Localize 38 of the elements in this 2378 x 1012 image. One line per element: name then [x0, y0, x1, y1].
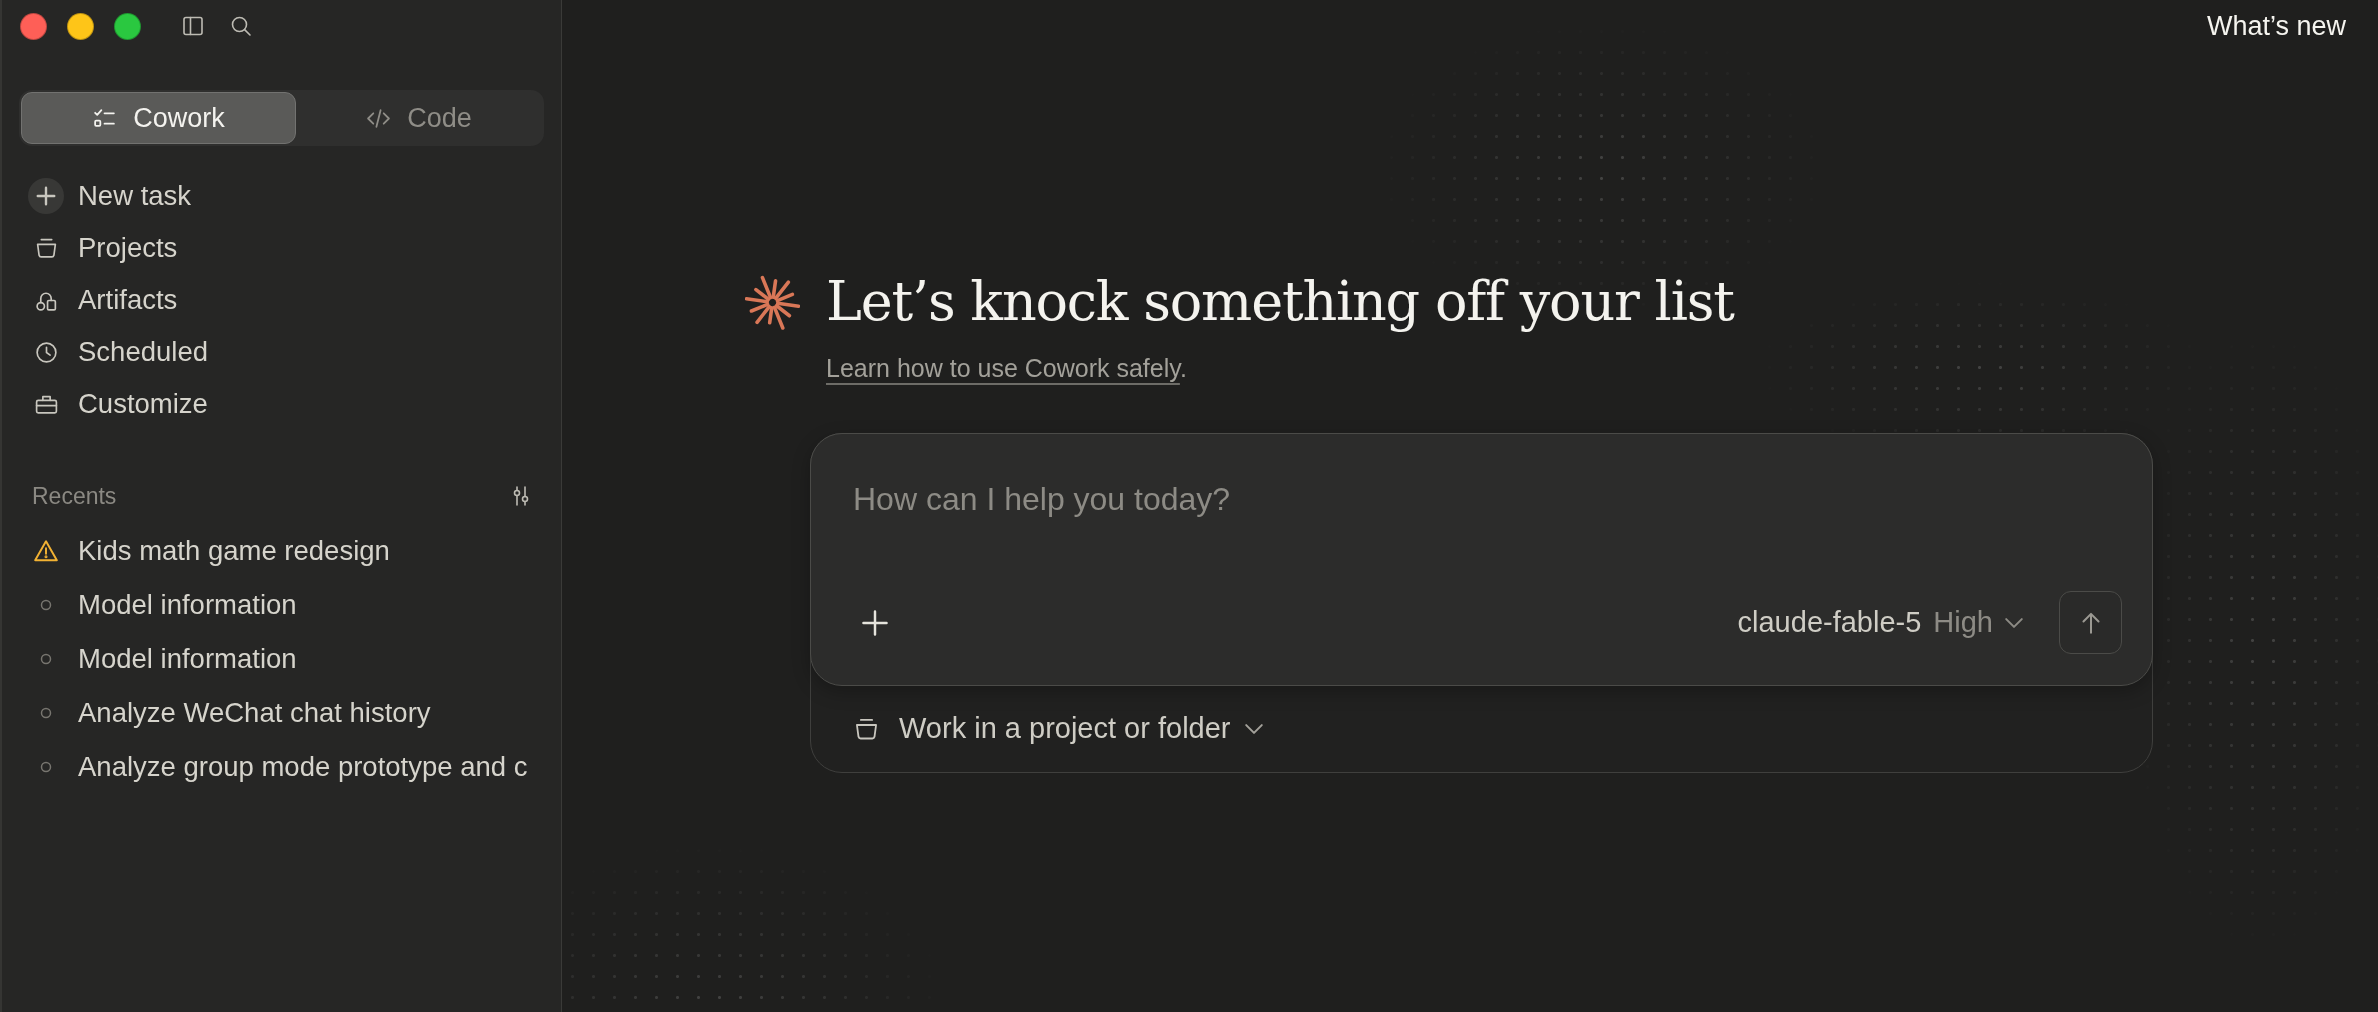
plus-icon — [862, 609, 888, 636]
safety-note: Learn how to use Cowork safely. — [826, 353, 1188, 384]
clock-icon — [33, 339, 59, 365]
mode-tab[interactable]: Code — [296, 92, 542, 144]
prompt-input[interactable]: How can I help you today? — [853, 469, 2073, 529]
mode-tab[interactable]: Cowork — [21, 92, 297, 144]
sidebar-item[interactable]: Scheduled — [2, 326, 561, 378]
minimize-window-button[interactable] — [67, 12, 94, 40]
chevron-down-icon — [2005, 617, 2023, 628]
sidebar-item[interactable]: Projects — [2, 222, 561, 274]
sidebar-item[interactable]: Customize — [2, 378, 561, 430]
sidebar-item[interactable]: Artifacts — [2, 274, 561, 326]
starburst-icon — [745, 274, 800, 330]
ring-icon — [40, 707, 52, 719]
fullscreen-window-button[interactable] — [114, 12, 141, 40]
safety-guide-link[interactable]: Learn how to use Cowork safely — [826, 354, 1180, 382]
plus-icon — [28, 178, 64, 214]
recents-heading: Recents — [32, 481, 117, 511]
warning-icon — [33, 538, 59, 564]
search-icon[interactable] — [229, 14, 253, 38]
recent-task-item[interactable]: Analyze WeChat chat history — [2, 686, 561, 740]
send-button[interactable] — [2059, 591, 2122, 654]
ring-icon — [40, 653, 52, 665]
recent-task-item[interactable]: Analyze group mode prototype and c — [2, 740, 561, 794]
recent-task-item[interactable]: Model information — [2, 578, 561, 632]
sidebar-item[interactable]: New task — [2, 170, 561, 222]
ring-icon — [40, 761, 52, 773]
sidebar-toggle-icon[interactable] — [181, 14, 205, 38]
whats-new-link[interactable]: What’s new — [2206, 5, 2346, 47]
chevron-down-icon — [1244, 724, 1263, 734]
hero-heading: Let’s knock something off your list — [826, 269, 1734, 335]
close-window-button[interactable] — [20, 12, 47, 40]
arrow-up-icon — [2079, 611, 2102, 634]
model-selector[interactable]: claude-fable-5 High — [1731, 600, 2029, 645]
ring-icon — [40, 599, 52, 611]
recent-task-item[interactable]: Kids math game redesign — [2, 524, 561, 578]
folder-picker[interactable]: Work in a project or folder — [853, 707, 1263, 751]
recent-task-item[interactable]: Model information — [2, 632, 561, 686]
